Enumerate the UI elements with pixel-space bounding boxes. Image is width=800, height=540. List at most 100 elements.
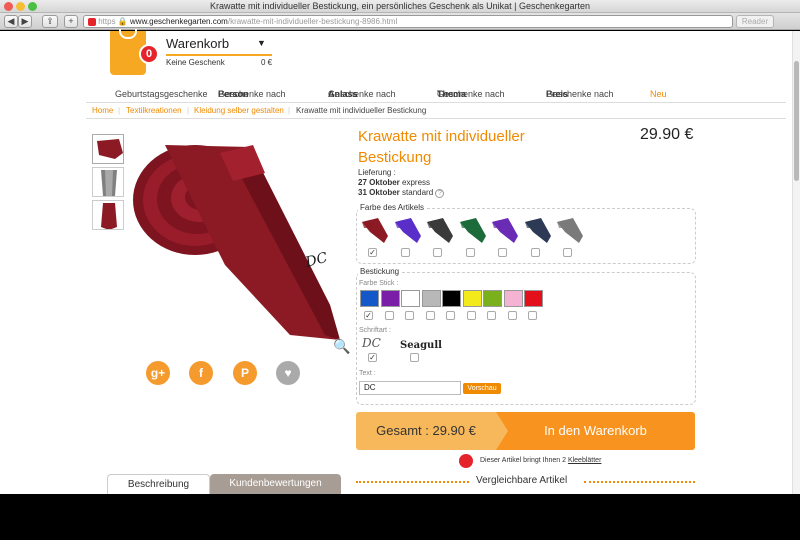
https-label: https xyxy=(98,17,116,26)
add-to-cart-button[interactable]: In den Warenkorb xyxy=(496,412,695,450)
font-label: Schriftart : xyxy=(359,327,391,334)
breadcrumb-kleidung[interactable]: Kleidung selber gestalten xyxy=(194,103,284,119)
lock-icon: 🔒 xyxy=(117,17,128,26)
thumbnail-3[interactable] xyxy=(92,200,124,230)
stitch-color-swatch[interactable] xyxy=(380,290,400,307)
stitch-color-swatch[interactable] xyxy=(483,290,502,307)
thumbnail-1[interactable] xyxy=(92,134,124,164)
preview-button[interactable]: Vorschau xyxy=(463,383,501,394)
font-seagull-checkbox[interactable] xyxy=(410,353,419,362)
text-label: Text : xyxy=(359,370,376,377)
scrollbar[interactable] xyxy=(792,31,800,494)
article-color-option[interactable] xyxy=(523,216,553,244)
stitch-color-checkbox[interactable] xyxy=(405,311,414,320)
share-icon[interactable]: ⇪ xyxy=(42,15,58,28)
clover-icon xyxy=(459,454,473,468)
reader-button[interactable]: Reader xyxy=(736,15,774,28)
cart-title[interactable]: Warenkorb xyxy=(166,36,229,51)
google-plus-icon[interactable]: g+ xyxy=(146,361,170,385)
facebook-icon[interactable]: f xyxy=(189,361,213,385)
tab-beschreibung[interactable]: Beschreibung xyxy=(107,474,210,494)
stitch-color-swatch[interactable] xyxy=(421,290,441,307)
stitch-color-swatch[interactable] xyxy=(462,290,482,307)
nav-item-preis[interactable]: Geschenke nach Preis xyxy=(546,89,614,99)
stitch-color-swatch[interactable] xyxy=(442,290,461,307)
url-domain: www.geschenkegarten.com xyxy=(130,17,228,26)
embroidery-text-input[interactable]: DC xyxy=(359,381,461,395)
stitch-color-label: Farbe Stick : xyxy=(359,280,399,287)
article-color-option[interactable] xyxy=(360,216,390,244)
clover-info: Dieser Artikel bringt Ihnen 2 Kleeblätte… xyxy=(480,457,602,464)
address-bar[interactable]: https 🔒 www.geschenkegarten.com/krawatte… xyxy=(83,15,733,28)
font-option-seagull[interactable]: Seagull xyxy=(400,340,442,351)
stitch-color-swatch[interactable] xyxy=(360,290,379,307)
stitch-color-swatch[interactable] xyxy=(503,290,523,307)
forward-button[interactable]: ▶ xyxy=(18,15,32,28)
chevron-down-icon[interactable]: ▼ xyxy=(257,38,266,48)
font-script-checkbox[interactable]: ✓ xyxy=(368,353,377,362)
browser-toolbar: ◀ ▶ ⇪ + https 🔒 www.geschenkegarten.com/… xyxy=(0,13,800,30)
article-color-checkbox[interactable]: ✓ xyxy=(368,248,377,257)
favicon-icon xyxy=(88,17,96,26)
breadcrumb-home[interactable]: Home xyxy=(92,103,113,119)
tab-kundenbewertungen[interactable]: Kundenbewertungen xyxy=(210,474,341,494)
url-path: /krawatte-mit-individueller-bestickung-8… xyxy=(227,17,398,26)
cart-empty-text: Keine Geschenk xyxy=(166,58,225,67)
font-option-script[interactable]: DC xyxy=(362,336,381,350)
stitch-color-checkbox[interactable] xyxy=(466,311,476,320)
product-image[interactable]: DC xyxy=(125,135,350,350)
breadcrumb-current: Krawatte mit individueller Bestickung xyxy=(296,106,427,115)
breadcrumb: Home | Textilkreationen | Kleidung selbe… xyxy=(86,102,786,119)
article-color-option[interactable] xyxy=(393,216,423,244)
favorite-heart-icon[interactable]: ♥ xyxy=(276,361,300,385)
total-price: Gesamt : 29.90 € xyxy=(356,412,496,450)
article-color-option[interactable] xyxy=(490,216,520,244)
clover-link[interactable]: Kleeblätter xyxy=(568,457,601,464)
stitch-color-checkbox[interactable] xyxy=(487,311,496,320)
article-color-checkbox[interactable] xyxy=(498,248,507,257)
thumbnail-2[interactable] xyxy=(92,167,124,197)
stitch-color-swatch[interactable] xyxy=(401,290,420,307)
close-window-icon[interactable] xyxy=(4,2,13,11)
stitch-color-checkbox[interactable]: ✓ xyxy=(364,311,373,320)
article-color-option[interactable] xyxy=(458,216,488,244)
stitch-color-checkbox[interactable] xyxy=(446,311,455,320)
article-color-legend: Farbe des Artikels xyxy=(358,203,427,212)
nav-item-thema[interactable]: Geschenke nach Thema xyxy=(437,89,505,99)
main-nav: Geburtstagsgeschenke Geschenke nach Pers… xyxy=(115,89,667,99)
article-color-option[interactable] xyxy=(555,216,585,244)
embroidery-preview: DC xyxy=(303,250,330,271)
product-title: Krawatte mit individueller Bestickung xyxy=(358,128,525,166)
stitch-color-checkbox[interactable] xyxy=(507,311,517,320)
article-color-checkbox[interactable] xyxy=(530,248,540,257)
article-color-checkbox[interactable] xyxy=(465,248,475,257)
stitch-color-checkbox[interactable] xyxy=(528,311,537,320)
article-color-checkbox[interactable] xyxy=(400,248,410,257)
window-title: Krawatte mit individueller Bestickung, e… xyxy=(209,1,591,11)
article-color-checkbox[interactable] xyxy=(433,248,442,257)
embroidery-legend: Bestickung xyxy=(358,267,402,276)
pinterest-icon[interactable]: P xyxy=(233,361,257,385)
similar-articles-heading: Vergleichbare Artikel xyxy=(476,475,568,486)
minimize-window-icon[interactable] xyxy=(16,2,25,11)
cart-sum: 0 € xyxy=(261,58,273,67)
new-tab-button[interactable]: + xyxy=(64,15,78,28)
article-color-checkbox[interactable] xyxy=(563,248,572,257)
cart-count-badge: 0 xyxy=(139,44,159,64)
cart-divider xyxy=(166,54,272,56)
product-price: 29.90 € xyxy=(640,126,694,143)
window-title-bar: Krawatte mit individueller Bestickung, e… xyxy=(0,0,800,13)
nav-item-person[interactable]: Geschenke nach Person xyxy=(218,89,286,99)
scrollbar-thumb[interactable] xyxy=(794,61,799,181)
article-color-option[interactable] xyxy=(425,216,455,244)
back-button[interactable]: ◀ xyxy=(4,15,18,28)
zoom-icon[interactable]: 🔍 xyxy=(333,338,350,355)
screen-bottom-black xyxy=(0,494,800,540)
stitch-color-checkbox[interactable] xyxy=(384,311,394,320)
breadcrumb-textil[interactable]: Textilkreationen xyxy=(126,103,182,119)
stitch-color-swatch[interactable] xyxy=(524,290,543,307)
help-icon[interactable]: ? xyxy=(435,189,445,198)
nav-item-anlass[interactable]: Geschenke nach Anlass xyxy=(328,89,396,99)
zoom-window-icon[interactable] xyxy=(28,2,37,11)
stitch-color-checkbox[interactable] xyxy=(425,311,435,320)
